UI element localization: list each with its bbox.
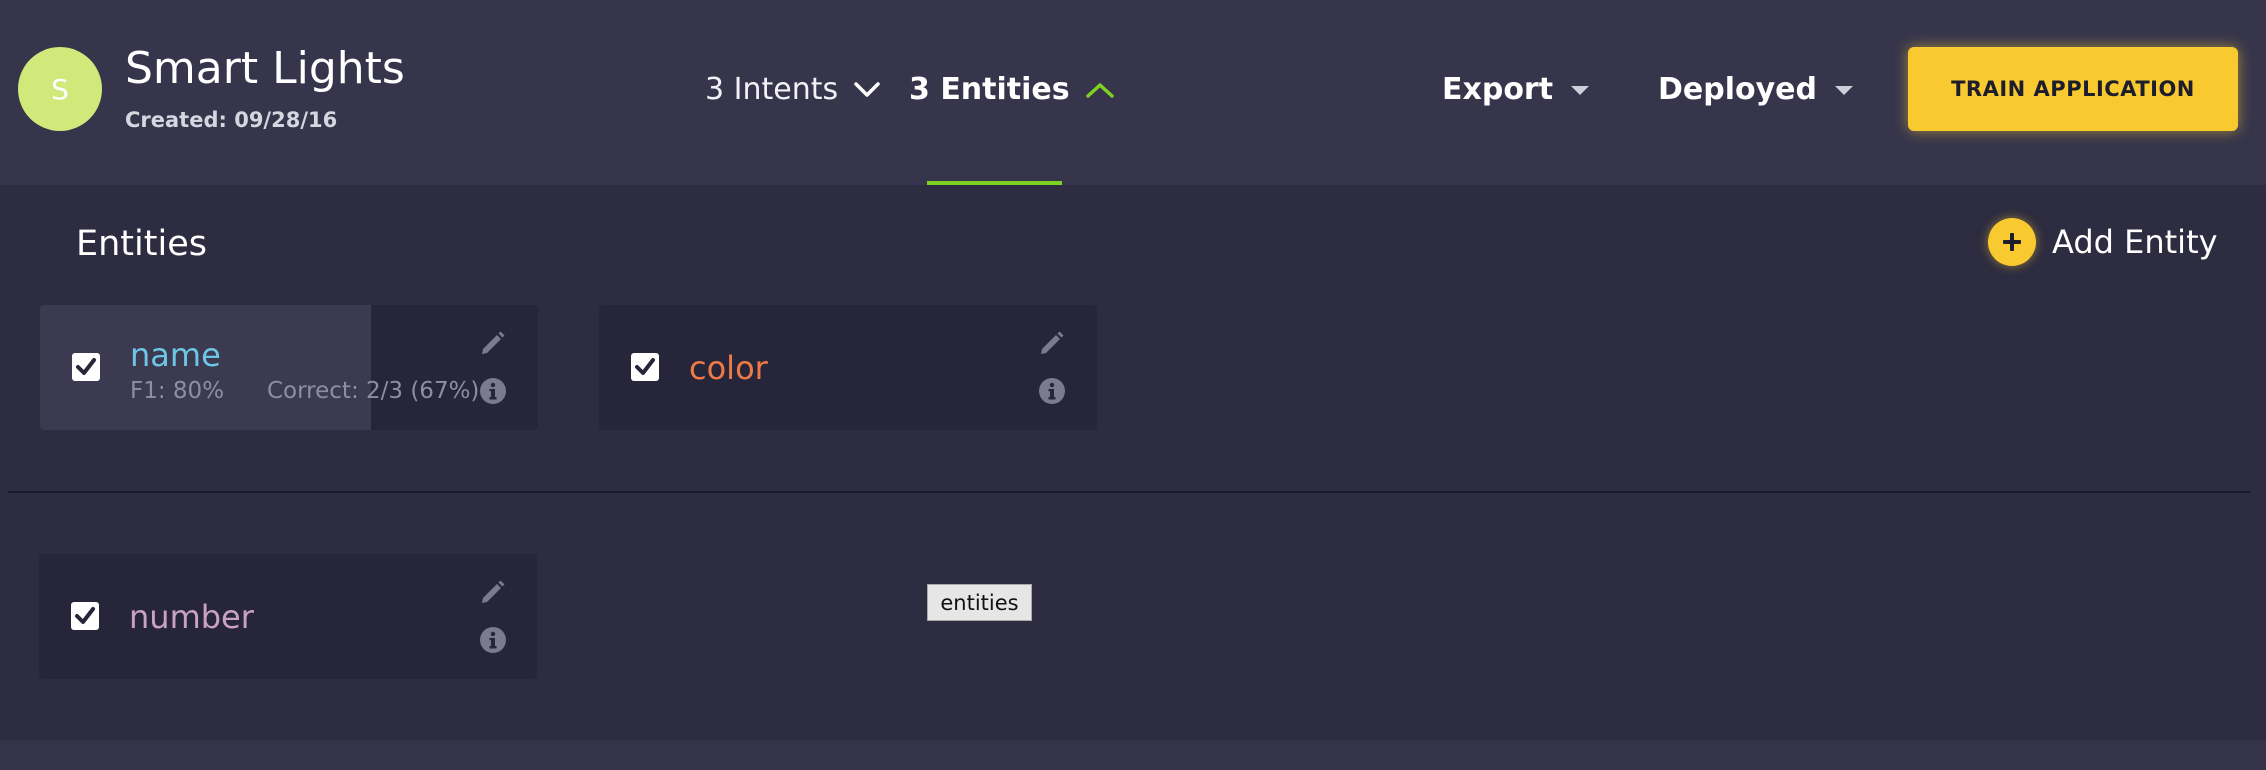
caret-down-icon: [1571, 85, 1590, 95]
entity-f1-score: F1: 80%: [130, 378, 225, 404]
section-divider: [8, 491, 2250, 493]
nav-intents-label: 3 Intents: [705, 72, 839, 107]
entity-checkbox[interactable]: [72, 353, 100, 381]
chevron-down-icon: [854, 82, 880, 97]
deployed-label: Deployed: [1658, 72, 1817, 107]
info-icon[interactable]: [478, 625, 508, 655]
tooltip: entities: [927, 584, 1032, 621]
app-title: Smart Lights: [125, 43, 405, 94]
section-title: Entities: [76, 224, 207, 264]
app-avatar[interactable]: S: [18, 47, 102, 131]
nav-entities[interactable]: 3 Entities: [909, 70, 1114, 110]
export-label: Export: [1442, 72, 1554, 107]
caret-down-icon: [1835, 85, 1853, 95]
add-entity-button[interactable]: Add Entity: [1988, 218, 2218, 266]
pencil-icon[interactable]: [1037, 328, 1067, 358]
info-icon[interactable]: [478, 376, 508, 406]
nav-entities-label: 3 Entities: [909, 72, 1070, 107]
app-header: S Smart Lights Created: 09/28/16 3 Inten…: [0, 0, 2266, 185]
entity-card-number[interactable]: number: [39, 554, 537, 679]
created-date: Created: 09/28/16: [125, 108, 338, 132]
add-entity-label: Add Entity: [2052, 223, 2218, 261]
entity-name[interactable]: number: [129, 597, 254, 637]
pencil-icon[interactable]: [478, 577, 508, 607]
chevron-up-icon: [1085, 83, 1114, 98]
export-menu[interactable]: Export: [1442, 70, 1590, 110]
entity-checkbox[interactable]: [631, 353, 659, 381]
entity-card-name[interactable]: name F1: 80% Correct: 2/3 (67%): [40, 305, 538, 430]
info-icon[interactable]: [1037, 376, 1067, 406]
avatar-letter: S: [51, 72, 69, 106]
checkmark-icon: [76, 358, 96, 375]
nav-intents[interactable]: 3 Intents: [705, 70, 880, 110]
entity-correct-count: Correct: 2/3 (67%): [267, 378, 480, 404]
entity-name[interactable]: color: [689, 348, 768, 388]
entity-name[interactable]: name: [130, 335, 221, 375]
checkmark-icon: [635, 358, 655, 375]
entity-checkbox[interactable]: [71, 602, 99, 630]
plus-icon: [1988, 218, 2036, 266]
train-application-button[interactable]: TRAIN APPLICATION: [1908, 47, 2238, 131]
checkmark-icon: [75, 607, 95, 624]
entity-card-color[interactable]: color: [599, 305, 1097, 430]
pencil-icon[interactable]: [478, 328, 508, 358]
deployed-menu[interactable]: Deployed: [1658, 70, 1853, 110]
